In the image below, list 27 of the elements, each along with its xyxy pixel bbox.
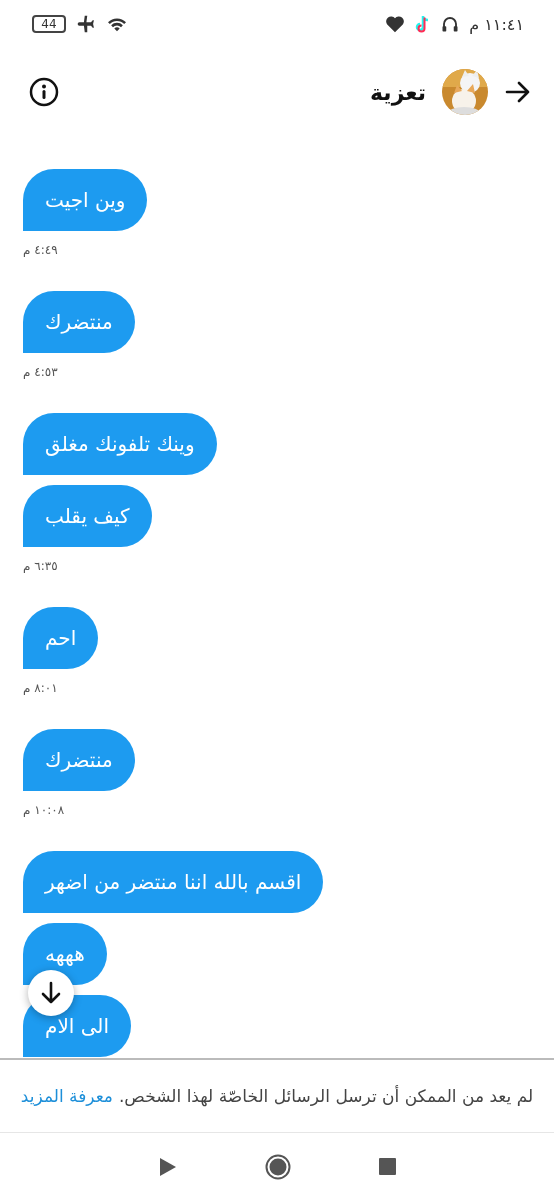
message-bubble: اقسم بالله اننا منتضر من اضهر	[23, 851, 324, 913]
message-time: ٤:٤٩ م	[23, 243, 58, 257]
clock-time: ١١:٤١ م	[469, 14, 524, 34]
headphones-icon	[441, 15, 460, 33]
contact-name: تعزية	[370, 79, 426, 105]
home-nav-icon[interactable]	[264, 1153, 291, 1180]
recents-nav-icon[interactable]	[378, 1158, 396, 1175]
info-button[interactable]	[28, 76, 60, 108]
info-icon	[28, 76, 60, 108]
message-bubble: كيف يقلب	[23, 485, 152, 547]
message-bubble: منتضرك	[23, 291, 135, 353]
message-bubble: احم	[23, 607, 99, 669]
learn-more-link[interactable]: معرفة المزيد	[20, 1086, 113, 1106]
message-bubble: وين اجيت	[23, 169, 148, 231]
message-time: ٦:٣٥ م	[23, 559, 58, 573]
message-bubble: هههه	[23, 923, 107, 985]
wifi-icon	[106, 15, 128, 33]
message-time: ٨:٠١ م	[23, 681, 58, 695]
message-bubble: منتضرك	[23, 729, 135, 791]
back-nav-icon[interactable]	[158, 1156, 177, 1177]
heart-icon	[385, 15, 406, 33]
message-time: ٤:٥٣ م	[23, 365, 58, 379]
message-time: ١٠:٠٨ م	[23, 803, 65, 817]
message-bubble: وينك تلفونك مغلق	[23, 413, 217, 475]
notice-text: لم يعد من الممكن أن ترسل الرسائل الخاصّة لهذا الشخص.	[118, 1086, 534, 1106]
battery-icon: 44	[32, 15, 66, 33]
airplane-icon	[76, 14, 96, 34]
